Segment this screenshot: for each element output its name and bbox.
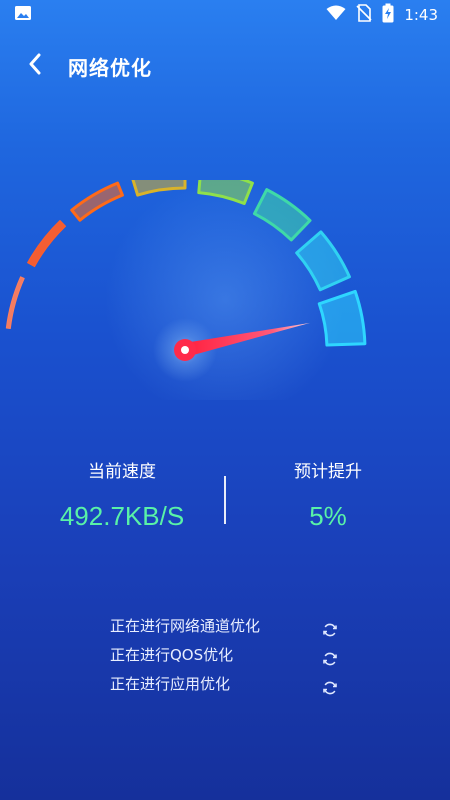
estimated-boost-block: 预计提升 5% xyxy=(228,458,428,532)
gauge-segment xyxy=(5,276,25,330)
status-bar: 1:43 xyxy=(0,0,450,30)
task-label: 正在进行应用优化 xyxy=(110,675,231,693)
refresh-icon xyxy=(322,619,338,637)
app-header: 网络优化 xyxy=(0,44,450,88)
current-speed-block: 当前速度 492.7KB/S xyxy=(22,458,222,532)
optimization-task-list: 正在进行网络通道优化 正在进行QOS优化 正在进行应用优化 xyxy=(110,612,370,699)
needle-hub-dot xyxy=(181,346,189,354)
gauge-ambient-glow xyxy=(105,180,345,400)
page-title: 网络优化 xyxy=(68,55,152,80)
speed-stats: 当前速度 492.7KB/S 预计提升 5% xyxy=(0,458,450,538)
wifi-icon xyxy=(326,5,346,25)
refresh-icon xyxy=(322,677,338,695)
current-speed-value: 492.7KB/S xyxy=(59,501,185,531)
task-label: 正在进行网络通道优化 xyxy=(110,617,261,635)
task-item: 正在进行应用优化 xyxy=(110,670,370,699)
back-button[interactable] xyxy=(24,53,46,79)
current-speed-label: 当前速度 xyxy=(88,462,156,482)
speed-gauge xyxy=(5,180,367,400)
gauge-segment xyxy=(27,220,67,268)
task-label: 正在进行QOS优化 xyxy=(110,646,234,664)
battery-charging-icon xyxy=(382,3,394,27)
status-time: 1:43 xyxy=(404,6,438,24)
gauge-segment xyxy=(70,181,124,222)
refresh-icon xyxy=(322,648,338,666)
stats-divider xyxy=(224,476,226,524)
task-item: 正在进行网络通道优化 xyxy=(110,612,370,641)
estimated-boost-value: 5% xyxy=(309,501,347,531)
task-item: 正在进行QOS优化 xyxy=(110,641,370,670)
estimated-boost-label: 预计提升 xyxy=(294,462,362,482)
no-sim-icon xyxy=(356,4,372,26)
image-icon xyxy=(14,5,32,25)
chevron-left-icon xyxy=(28,53,42,79)
